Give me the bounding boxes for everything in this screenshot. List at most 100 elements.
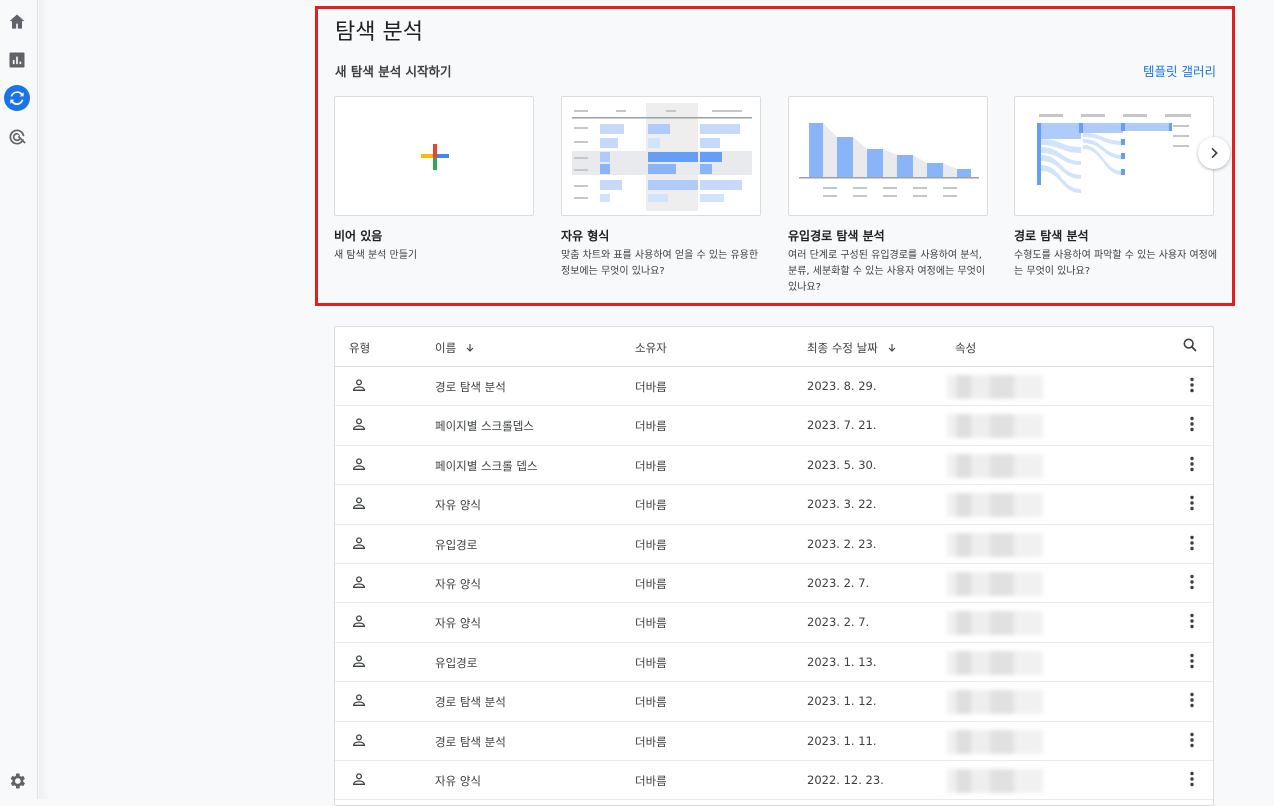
row-date: 2023. 3. 22. (807, 497, 877, 512)
row-name[interactable]: 페이지별 스크롤뎁스 (435, 418, 534, 434)
person-icon (351, 692, 367, 711)
row-owner: 더바름 (635, 498, 667, 513)
row-owner: 더바름 (635, 380, 667, 394)
more-vert-icon[interactable] (1189, 416, 1195, 435)
settings-gear-icon[interactable] (5, 769, 29, 793)
more-vert-icon[interactable] (1189, 732, 1195, 751)
reports-icon[interactable] (5, 48, 29, 72)
row-name[interactable]: 경로 탐색 분석 (435, 694, 506, 710)
row-date: 2022. 12. 23. (807, 772, 884, 787)
header-name[interactable]: 이름 (435, 340, 476, 356)
explorations-table: 유형 이름 소유자 최종 수정 날짜 속성 경로 탐색 분석 더바름 2023.… (334, 326, 1214, 806)
sort-arrow-down-icon[interactable] (886, 342, 898, 354)
sort-arrow-down-icon[interactable] (464, 342, 476, 354)
redacted-property (947, 414, 1043, 439)
redacted-property (947, 493, 1043, 518)
row-name[interactable]: 경로 탐색 분석 (435, 379, 506, 395)
row-name[interactable]: 자유 양식 (435, 497, 481, 513)
row-date: 2023. 1. 12. (807, 694, 877, 709)
row-owner: 더바름 (635, 616, 667, 631)
table-body: 경로 탐색 분석 더바름 2023. 8. 29. 페이지별 스크롤뎁스 더바름… (335, 367, 1213, 801)
row-owner: 더바름 (635, 773, 667, 788)
table-row[interactable]: 경로 탐색 분석 더바름 2023. 1. 11. (335, 722, 1213, 761)
row-owner: 더바름 (635, 458, 667, 473)
row-owner: 더바름 (635, 734, 667, 749)
header-property-label: 속성 (955, 341, 977, 355)
table-row[interactable]: 페이지별 스크롤뎁스 더바름 2023. 7. 21. (335, 406, 1213, 446)
person-icon (351, 495, 367, 514)
table-row[interactable]: 자유 양식 더바름 2023. 2. 7. (335, 603, 1213, 643)
search-icon[interactable] (1182, 337, 1198, 353)
explore-icon[interactable] (4, 85, 30, 111)
home-icon[interactable] (5, 10, 29, 34)
header-type: 유형 (349, 340, 370, 356)
row-name[interactable]: 자유 양식 (435, 615, 481, 631)
row-date: 2023. 7. 21. (807, 418, 877, 433)
table-row[interactable]: 유입경로 더바름 2023. 1. 13. (335, 643, 1213, 683)
row-date: 2023. 2. 7. (807, 575, 870, 590)
header-modified[interactable]: 최종 수정 날짜 (807, 340, 898, 356)
row-owner: 더바름 (635, 576, 667, 591)
more-vert-icon[interactable] (1189, 456, 1195, 475)
redacted-property (947, 690, 1043, 715)
row-owner: 더바름 (635, 419, 667, 434)
header-modified-label: 최종 수정 날짜 (807, 341, 878, 355)
table-row[interactable]: 자유 양식 더바름 2023. 3. 22. (335, 485, 1213, 525)
person-icon (351, 732, 367, 751)
more-vert-icon[interactable] (1189, 535, 1195, 554)
table-row[interactable]: 페이지별 스크롤 뎁스 더바름 2023. 5. 30. (335, 446, 1213, 486)
row-name[interactable]: 경로 탐색 분석 (435, 734, 506, 750)
more-vert-icon[interactable] (1189, 377, 1195, 396)
header-owner-label: 소유자 (635, 341, 667, 355)
more-vert-icon[interactable] (1189, 692, 1195, 711)
row-owner: 더바름 (635, 655, 667, 670)
table-row[interactable]: 자유 양식 더바름 2022. 12. 23. (335, 761, 1213, 801)
advertising-icon[interactable] (5, 125, 29, 149)
table-row[interactable]: 경로 탐색 분석 더바름 2023. 8. 29. (335, 367, 1213, 407)
person-icon (351, 653, 367, 672)
header-property: 속성 (955, 340, 976, 356)
header-name-label: 이름 (435, 341, 457, 355)
person-icon (351, 771, 367, 790)
row-date: 2023. 1. 11. (807, 733, 877, 748)
row-date: 2023. 2. 23. (807, 536, 877, 551)
redacted-property (947, 768, 1043, 793)
redacted-property (947, 729, 1043, 754)
person-icon (351, 377, 367, 396)
more-vert-icon[interactable] (1189, 574, 1195, 593)
row-owner: 더바름 (635, 537, 667, 552)
more-vert-icon[interactable] (1189, 771, 1195, 790)
person-icon (351, 416, 367, 435)
panel-shadow (39, 0, 49, 799)
more-vert-icon[interactable] (1189, 613, 1195, 632)
redacted-property (947, 375, 1043, 399)
person-icon (351, 535, 367, 554)
row-date: 2023. 5. 30. (807, 457, 877, 472)
row-name[interactable]: 유입경로 (435, 655, 477, 671)
row-owner: 더바름 (635, 695, 667, 710)
row-name[interactable]: 유입경로 (435, 537, 477, 553)
redacted-property (947, 453, 1043, 478)
person-icon (351, 613, 367, 632)
person-icon (351, 456, 367, 475)
row-name[interactable]: 자유 양식 (435, 576, 481, 592)
row-date: 2023. 2. 7. (807, 615, 870, 630)
row-name[interactable]: 페이지별 스크롤 뎁스 (435, 458, 538, 474)
highlight-annotation-box (315, 6, 1235, 306)
nav-rail (0, 0, 38, 799)
table-row[interactable]: 경로 탐색 분석 더바름 2023. 1. 12. (335, 682, 1213, 722)
redacted-property (947, 571, 1043, 596)
header-owner: 소유자 (635, 340, 667, 356)
redacted-property (947, 611, 1043, 636)
row-date: 2023. 8. 29. (807, 379, 877, 393)
row-date: 2023. 1. 13. (807, 654, 877, 669)
person-icon (351, 574, 367, 593)
table-row[interactable]: 유입경로 더바름 2023. 2. 23. (335, 525, 1213, 564)
table-row[interactable]: 자유 양식 더바름 2023. 2. 7. (335, 564, 1213, 604)
more-vert-icon[interactable] (1189, 495, 1195, 514)
table-header: 유형 이름 소유자 최종 수정 날짜 속성 (335, 327, 1213, 367)
row-name[interactable]: 자유 양식 (435, 773, 481, 789)
more-vert-icon[interactable] (1189, 653, 1195, 672)
redacted-property (947, 532, 1043, 557)
header-type-label: 유형 (349, 341, 371, 355)
